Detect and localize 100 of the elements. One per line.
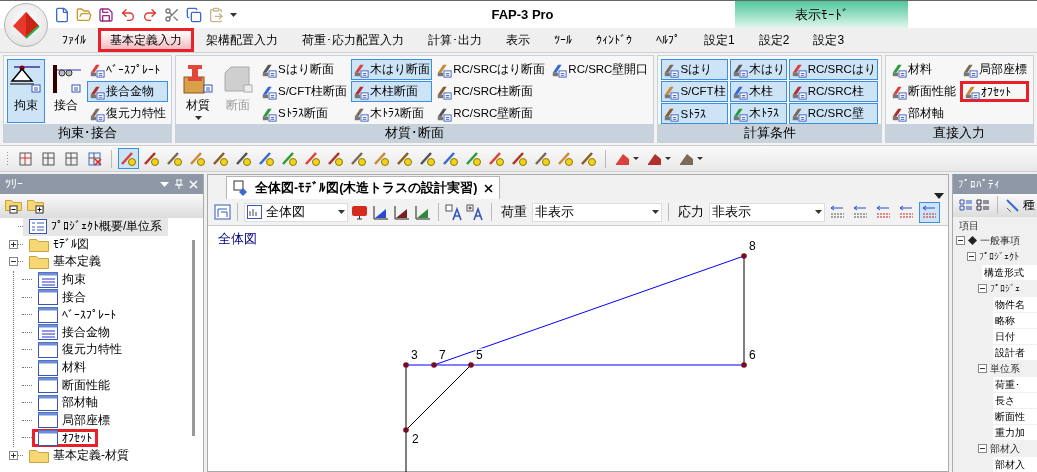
document-tab[interactable]: 全体図-ﾓﾃﾞﾙ図(木造トラスの設計実習) (226, 176, 500, 199)
new-file-icon[interactable] (54, 6, 70, 23)
tree-item[interactable]: 復元力特性 (32, 340, 128, 359)
ribbon-button[interactable]: 局部座標 (959, 59, 1029, 80)
ribbon-button[interactable]: 木柱 (729, 81, 787, 102)
ribbon-button[interactable]: 接合金物 (87, 81, 168, 102)
context-tab[interactable]: 表示ﾓｰﾄﾞ (735, 1, 908, 28)
menu-tab[interactable]: 計算･出力 (416, 28, 494, 52)
menu-tab[interactable]: 設定3 (801, 28, 857, 52)
expand-icon[interactable] (9, 451, 18, 460)
collapse-icon[interactable] (9, 257, 18, 267)
axis-plane-icon[interactable] (392, 203, 411, 221)
tree-item[interactable]: 接合 (32, 288, 92, 307)
tree-item[interactable]: 基本定義-材質 (23, 446, 135, 465)
ribbon-button[interactable]: 木はり断面 (351, 59, 433, 80)
folder-icon (29, 254, 49, 270)
axis-plane-icon[interactable] (371, 203, 390, 221)
collapse-icon[interactable] (967, 252, 976, 262)
section-icon (222, 63, 254, 95)
menu-tab[interactable]: 架構配置入力 (194, 28, 290, 52)
menu-tab[interactable]: 表示 (494, 28, 542, 52)
tree-item[interactable]: ﾌﾟﾛｼﾞｪｸﾄ概要/単位系 (23, 218, 169, 236)
menu-tab[interactable]: 基本定義入力 (98, 28, 194, 52)
menu-tab[interactable]: ﾂｰﾙ (542, 28, 584, 52)
ribbon-button[interactable]: 材料 (888, 59, 958, 80)
ribbon-button[interactable]: Sﾄﾗｽ (661, 103, 728, 124)
menu-tab[interactable]: 荷重･応力配置入力 (290, 28, 416, 52)
tree-item[interactable]: ｵﾌｾｯﾄ (32, 428, 98, 447)
ribbon-button[interactable]: RC/SRC壁断面 (434, 103, 548, 124)
stress-select[interactable]: 非表示 (709, 202, 825, 222)
ribbon-button[interactable]: Sﾄﾗｽ断面 (259, 103, 350, 124)
menu-tab[interactable]: ﾍﾙﾌﾟ (644, 28, 692, 52)
label-icon[interactable] (466, 203, 485, 221)
collapse-icon[interactable] (978, 443, 987, 453)
close-icon[interactable] (483, 183, 493, 193)
collapse-icon[interactable] (978, 363, 987, 373)
copy-icon[interactable] (186, 6, 202, 23)
tree-item[interactable]: ﾓﾃﾞﾙ図 (23, 235, 95, 254)
ribbon-button[interactable]: 木柱断面 (351, 81, 433, 102)
ribbon-button[interactable]: Sはり断面 (259, 59, 350, 80)
ribbon-button[interactable]: S/CFT柱 (661, 81, 728, 102)
undo-icon[interactable] (120, 6, 136, 23)
joint-icon (50, 63, 82, 95)
alphabetical-icon[interactable] (976, 198, 990, 213)
menu-tab[interactable]: ﾌｧｲﾙ (50, 28, 98, 52)
ribbon-button[interactable]: 木はり (729, 59, 787, 80)
node-label: 2 (412, 432, 419, 446)
ribbon-button[interactable]: Sはり (661, 59, 728, 80)
ribbon-button[interactable]: RC/SRC柱 (788, 81, 878, 102)
expand-icon[interactable] (9, 239, 18, 249)
redo-icon[interactable] (142, 6, 158, 23)
monitor-icon[interactable] (350, 203, 369, 221)
ribbon-button[interactable]: ﾍﾞｰｽﾌﾟﾚｰﾄ (87, 59, 168, 80)
ribbon-button[interactable]: 木ﾄﾗｽ断面 (351, 103, 433, 124)
ribbon-button[interactable]: RC/SRC柱断面 (434, 81, 548, 102)
window-title: FAP-3 Pro (490, 6, 555, 24)
pin-icon[interactable] (175, 179, 183, 189)
tree-item[interactable]: 材料 (32, 358, 92, 377)
ribbon-large-button[interactable]: 拘束 (7, 59, 45, 123)
ribbon-button[interactable]: RC/SRCはり (788, 59, 878, 80)
open-folder-icon[interactable] (76, 6, 92, 23)
menu-tab[interactable]: 設定1 (692, 28, 747, 52)
tree-item[interactable]: 拘束 (32, 270, 92, 289)
tree-item[interactable]: 断面性能 (32, 376, 116, 395)
categorized-icon[interactable] (959, 198, 973, 213)
tree-item[interactable]: 接合金物 (32, 323, 116, 342)
ribbon-button[interactable]: 木ﾄﾗｽ (729, 103, 787, 124)
tree-item[interactable]: 部材軸 (32, 393, 104, 412)
number-format-icon (852, 204, 869, 220)
collapse-icon[interactable] (978, 284, 987, 294)
save-icon[interactable] (98, 6, 114, 23)
load-select[interactable]: 非表示 (532, 202, 662, 222)
node-dot (403, 427, 409, 433)
ribbon-button[interactable]: RC/SRC壁 (788, 103, 878, 124)
ribbon-button[interactable]: 部材軸 (888, 103, 958, 124)
ribbon-button[interactable]: RC/SRCはり断面 (434, 59, 548, 80)
ribbon-button[interactable]: 復元力特性 (87, 103, 168, 124)
label-icon[interactable] (445, 203, 464, 221)
ribbon-button[interactable]: 断面性能 (888, 81, 958, 102)
list-icon (29, 219, 47, 235)
expand-all-icon[interactable] (27, 198, 45, 214)
axis-plane-icon[interactable] (413, 203, 432, 221)
collapse-icon[interactable] (956, 236, 965, 246)
frame-view-icon[interactable] (214, 204, 231, 220)
collapse-all-icon[interactable] (5, 198, 23, 214)
view-select[interactable]: 全体図 (244, 202, 348, 222)
group-label: 直接入力 (885, 124, 1033, 142)
tree-item[interactable]: 局部座標 (32, 411, 116, 430)
node-dot (741, 362, 747, 368)
ribbon-large-button[interactable]: 材質 (179, 59, 217, 123)
ribbon-large-button[interactable]: 接合 (47, 59, 85, 123)
ribbon-button[interactable]: S/CFT柱断面 (259, 81, 350, 102)
scrollbar[interactable] (192, 240, 195, 436)
menu-tab[interactable]: ｳｨﾝﾄﾞｳ (584, 28, 644, 52)
ribbon-button[interactable]: ｵﾌｾｯﾄ (959, 81, 1029, 102)
tree-item[interactable]: ﾍﾞｰｽﾌﾟﾚｰﾄ (32, 305, 122, 324)
cut-icon[interactable] (164, 6, 180, 23)
ribbon-button[interactable]: RC/SRC壁開口 (549, 59, 651, 80)
tree-item[interactable]: 基本定義 (23, 253, 107, 271)
menu-tab[interactable]: 設定2 (746, 28, 802, 52)
